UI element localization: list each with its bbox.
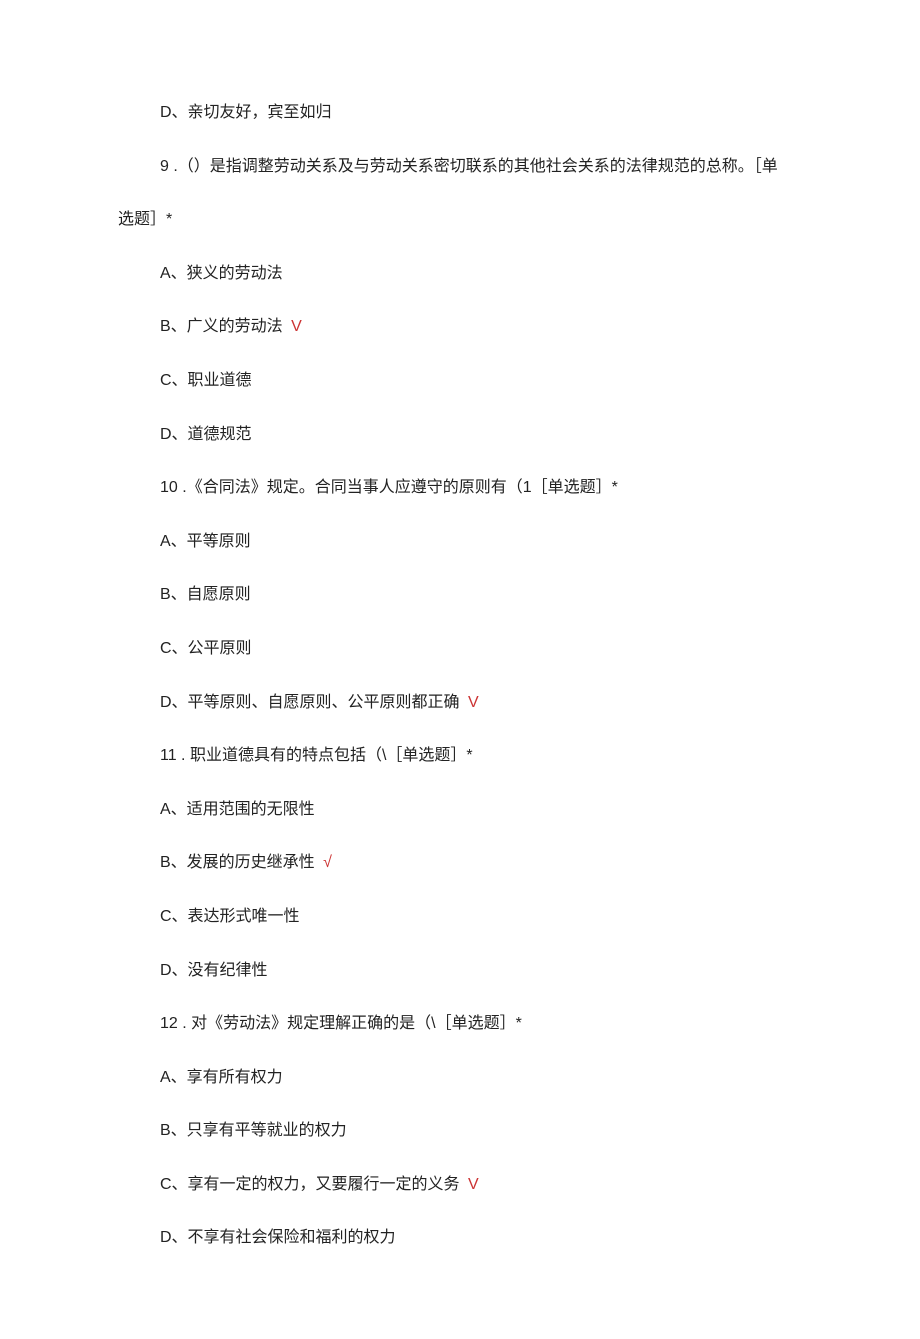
q11-option-b: B、发展的历史继承性 √ — [118, 850, 860, 876]
q12-option-b: B、只享有平等就业的权力 — [118, 1118, 860, 1144]
q12-option-c: C、享有一定的权力，又要履行一定的义务 V — [118, 1172, 860, 1198]
q10-option-d-text: D、平等原则、自愿原则、公平原则都正确 — [160, 694, 460, 711]
q12-option-a: A、享有所有权力 — [118, 1065, 860, 1091]
q10-stem: 10 .《合同法》规定。合同当事人应遵守的原则有（1［单选题］* — [118, 475, 860, 501]
q10-option-b: B、自愿原则 — [118, 582, 860, 608]
q10-option-a: A、平等原则 — [118, 529, 860, 555]
q9-option-b-text: B、广义的劳动法 — [160, 318, 283, 335]
q11-option-d: D、没有纪律性 — [118, 958, 860, 984]
q10-option-d: D、平等原则、自愿原则、公平原则都正确 V — [118, 690, 860, 716]
q9-stem-line1: 9 .（）是指调整劳动关系及与劳动关系密切联系的其他社会关系的法律规范的总称。［… — [118, 154, 860, 180]
q9-option-a: A、狭义的劳动法 — [118, 261, 860, 287]
q9-option-c: C、职业道德 — [118, 368, 860, 394]
q10-correct-mark: V — [468, 694, 479, 711]
q12-option-c-text: C、享有一定的权力，又要履行一定的义务 — [160, 1176, 460, 1193]
q11-option-b-text: B、发展的历史继承性 — [160, 854, 315, 871]
q9-option-b: B、广义的劳动法 V — [118, 314, 860, 340]
q12-option-d: D、不享有社会保险和福利的权力 — [118, 1225, 860, 1251]
q9-stem-line2: 选题］* — [118, 207, 860, 233]
q12-correct-mark: V — [468, 1176, 479, 1193]
q10-option-c: C、公平原则 — [118, 636, 860, 662]
q12-stem: 12 . 对《劳动法》规定理解正确的是（\［单选题］* — [118, 1011, 860, 1037]
page-content: D、亲切友好，宾至如归 9 .（）是指调整劳动关系及与劳动关系密切联系的其他社会… — [0, 100, 920, 1251]
q11-correct-mark: √ — [323, 854, 332, 871]
q11-stem: 11 . 职业道德具有的特点包括（\［单选题］* — [118, 743, 860, 769]
q9-correct-mark: V — [291, 318, 302, 335]
q11-option-c: C、表达形式唯一性 — [118, 904, 860, 930]
q9-option-d: D、道德规范 — [118, 422, 860, 448]
q11-option-a: A、适用范围的无限性 — [118, 797, 860, 823]
q8-option-d: D、亲切友好，宾至如归 — [118, 100, 860, 126]
